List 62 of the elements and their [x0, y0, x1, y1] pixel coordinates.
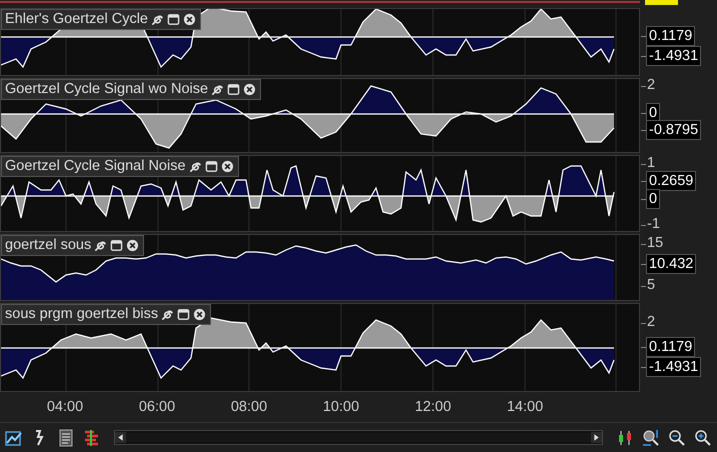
value-label: 0.1179	[646, 26, 696, 46]
axis-label: 2	[647, 76, 656, 94]
indicator-title: Ehler's Goertzel Cycle	[5, 11, 148, 27]
axis-tick	[641, 181, 646, 182]
close-icon[interactable]	[193, 308, 206, 320]
time-label: 04:00	[46, 399, 84, 415]
window-icon[interactable]	[110, 238, 124, 252]
axis-label: -1	[647, 215, 660, 233]
window-icon[interactable]	[166, 12, 180, 26]
value-label: 0	[646, 189, 660, 209]
zoom-out-icon[interactable]	[667, 428, 687, 448]
time-label: 12:00	[414, 399, 452, 415]
indicator-title: goertzel sous	[5, 237, 92, 253]
value-label: -0.8795	[646, 120, 702, 140]
indicator-title: Goertzel Cycle Signal wo Noise	[5, 81, 208, 97]
axis-label: 1	[647, 154, 656, 172]
indicator-title-tag[interactable]: goertzel sous	[1, 235, 144, 256]
zoom-in-icon[interactable]	[693, 428, 713, 448]
indicator-title: sous prgm goertzel biss	[5, 306, 158, 322]
time-label: 10:00	[322, 399, 360, 415]
axis-tick	[641, 56, 646, 57]
axis-tick	[641, 264, 646, 265]
axis-tick	[641, 225, 646, 226]
value-label: 10.432	[646, 254, 696, 274]
close-icon[interactable]	[220, 160, 234, 172]
axis-tick	[641, 164, 646, 165]
scroll-left-icon[interactable]	[115, 432, 126, 443]
axis-tick	[641, 244, 646, 245]
indicator-title-tag[interactable]: Goertzel Cycle Signal Noise	[1, 156, 239, 177]
window-icon[interactable]	[227, 82, 240, 96]
price-marker	[645, 0, 678, 5]
axis-tick	[641, 323, 646, 324]
indicator-title-tag[interactable]: Goertzel Cycle Signal wo Noise	[1, 79, 262, 100]
scrollbar[interactable]	[114, 430, 603, 445]
indicator-title-tag[interactable]: sous prgm goertzel biss	[1, 304, 212, 325]
axis-tick	[641, 347, 646, 348]
zoom-fit-icon[interactable]	[641, 428, 661, 448]
close-icon[interactable]	[243, 82, 256, 96]
close-icon[interactable]	[126, 238, 140, 252]
time-label: 14:00	[506, 399, 544, 415]
axis-tick	[641, 36, 646, 37]
time-label: 08:00	[230, 399, 268, 415]
window-icon[interactable]	[177, 308, 190, 320]
axis-tick	[641, 86, 646, 87]
axis-tick	[641, 367, 646, 368]
time-label: 06:00	[138, 399, 176, 415]
axis-label: 2	[647, 313, 656, 331]
close-icon[interactable]	[182, 12, 196, 26]
value-label: -1.4931	[646, 46, 702, 66]
indicator-title: Goertzel Cycle Signal Noise	[5, 158, 186, 174]
value-label: -1.4931	[646, 357, 702, 377]
axis-label: 15	[647, 234, 664, 252]
axis-tick	[641, 286, 646, 287]
value-label: 0.1179	[646, 337, 696, 357]
scroll-right-icon[interactable]	[591, 432, 602, 443]
axis-tick	[641, 113, 646, 114]
axis-tick	[641, 199, 646, 200]
axis-label: 5	[647, 276, 656, 294]
value-label: 0.2659	[646, 171, 696, 191]
window-icon[interactable]	[204, 160, 218, 172]
axis-tick	[641, 130, 646, 131]
indicator-title-tag[interactable]: Ehler's Goertzel Cycle	[1, 9, 201, 30]
